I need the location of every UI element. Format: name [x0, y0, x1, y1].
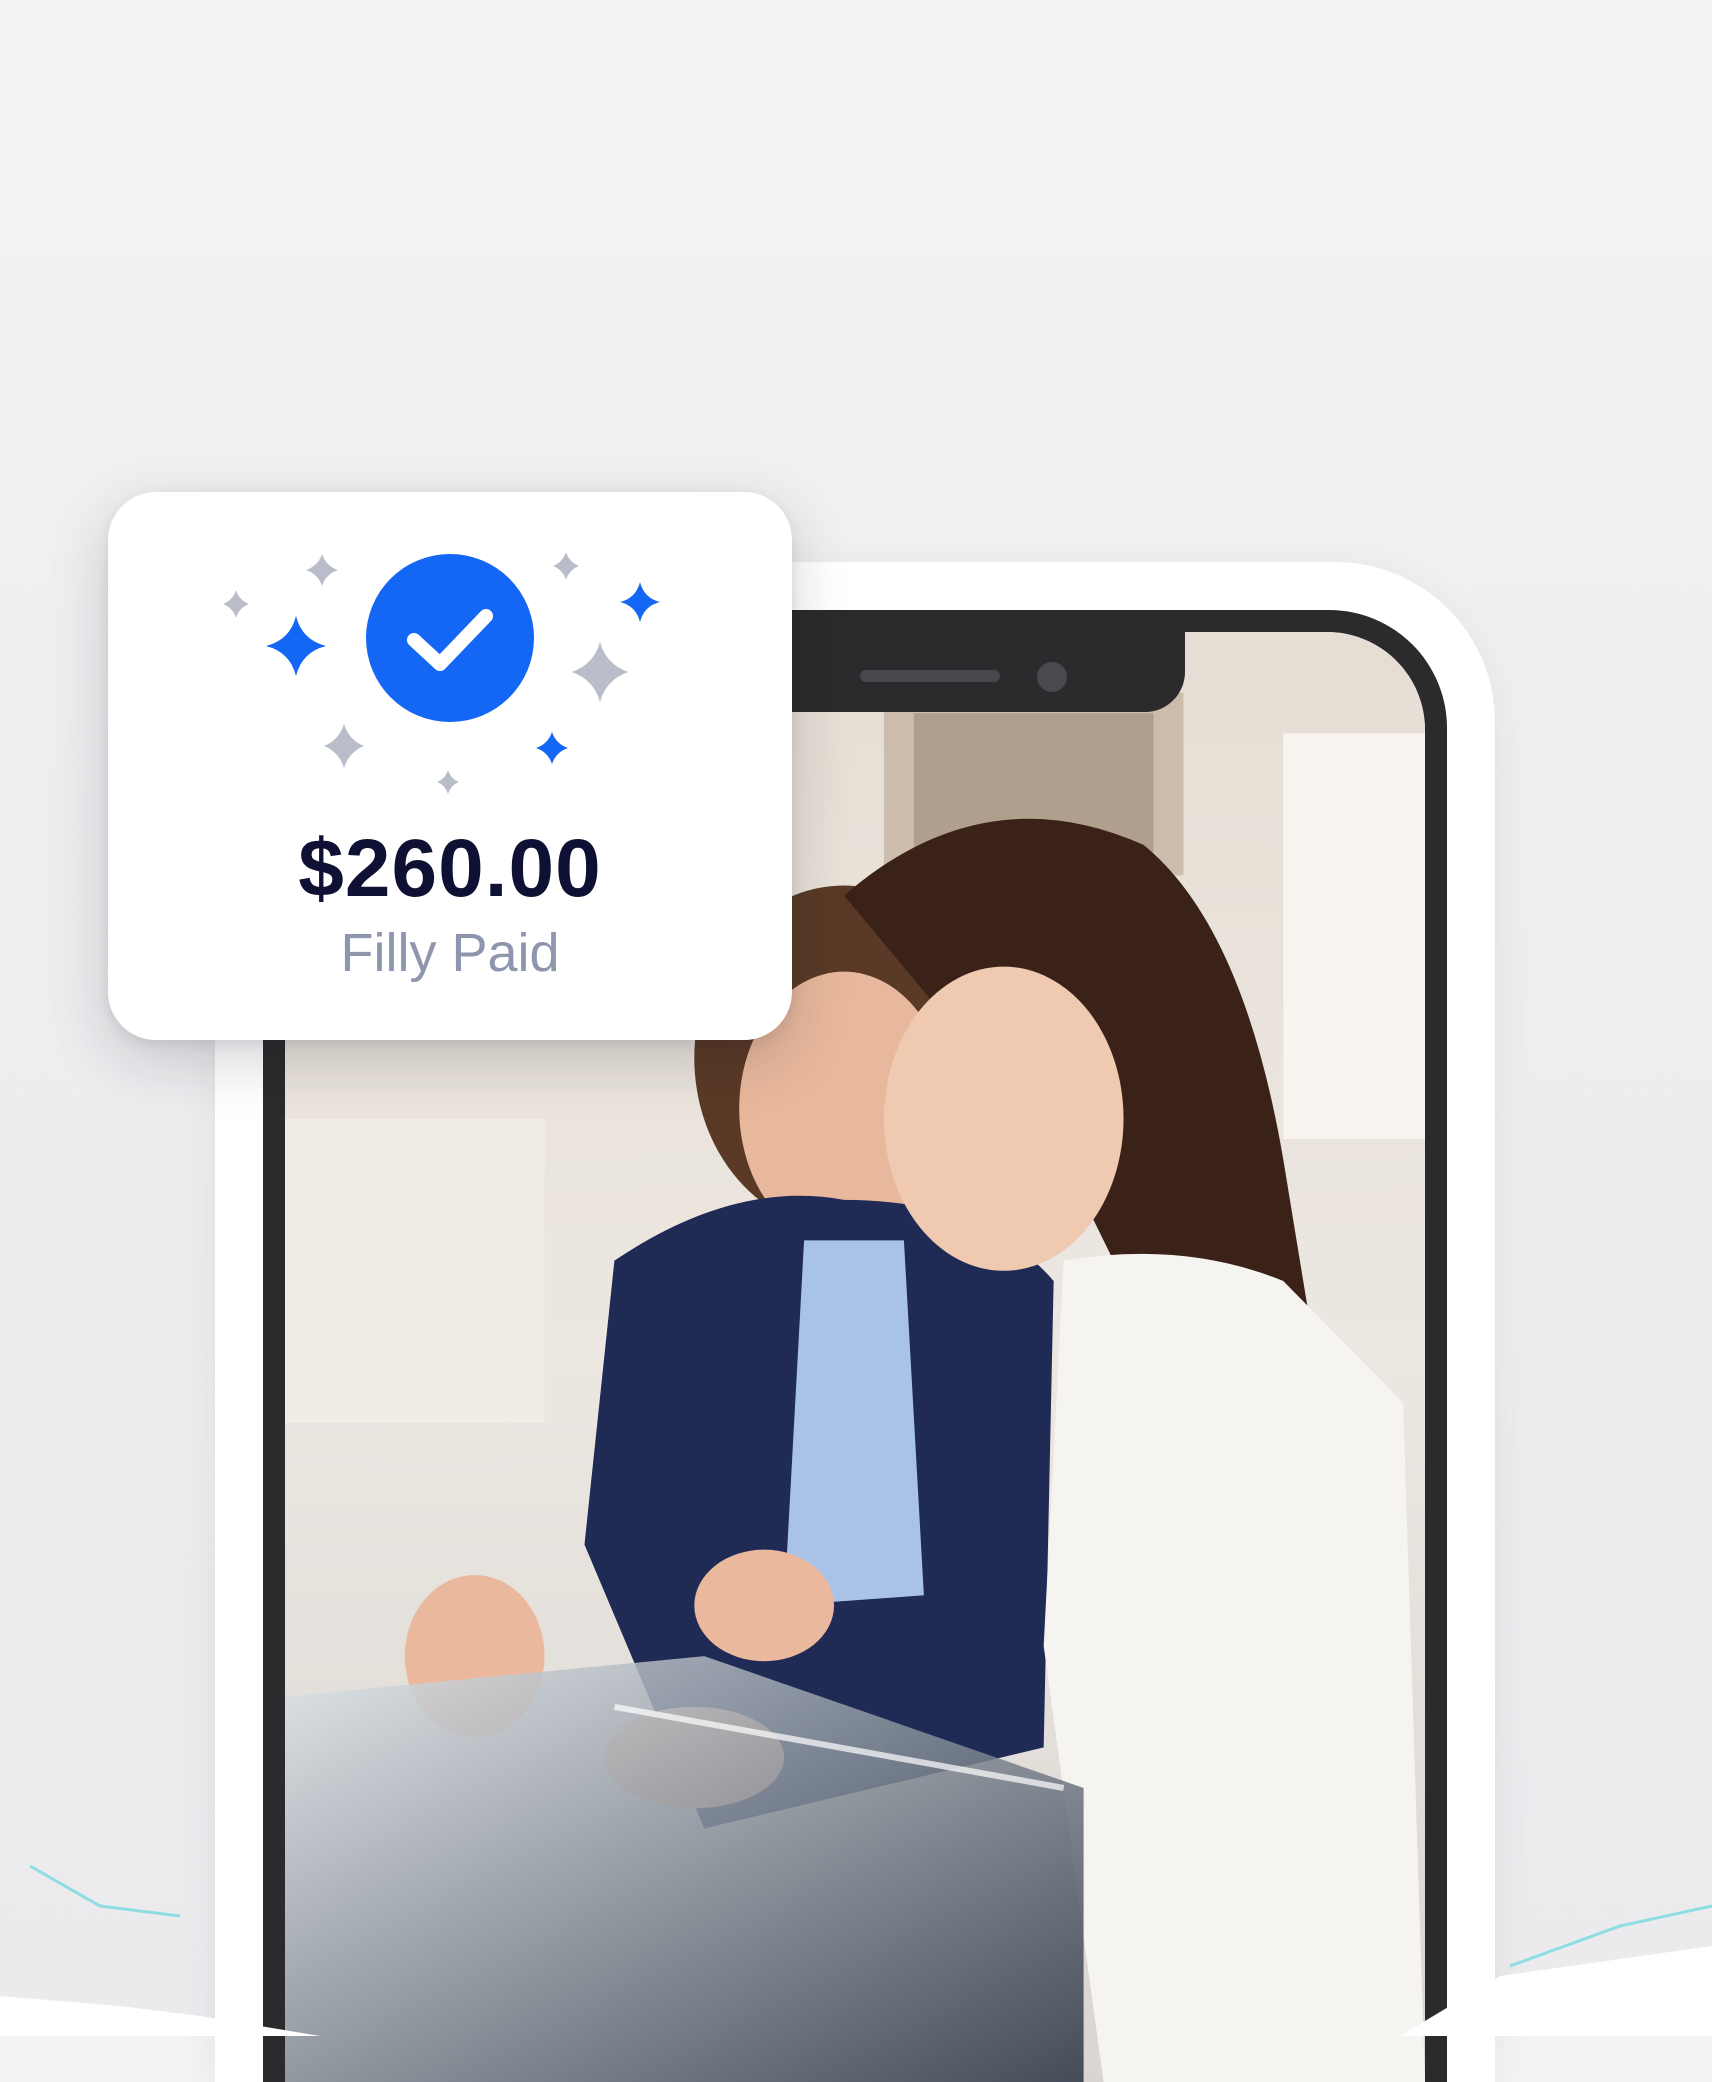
payment-confirmation-card: $260.00 Filly Paid: [108, 492, 792, 1040]
success-badge: [108, 492, 792, 822]
bottom-cut-edge: [0, 1864, 1712, 2036]
payment-status-label: Filly Paid: [340, 923, 560, 983]
sparkles-icon: [223, 552, 660, 794]
paid-amount: $260.00: [298, 823, 602, 914]
speaker-grille: [860, 670, 1000, 682]
check-circle-icon: [366, 554, 534, 722]
front-camera: [1037, 662, 1067, 692]
